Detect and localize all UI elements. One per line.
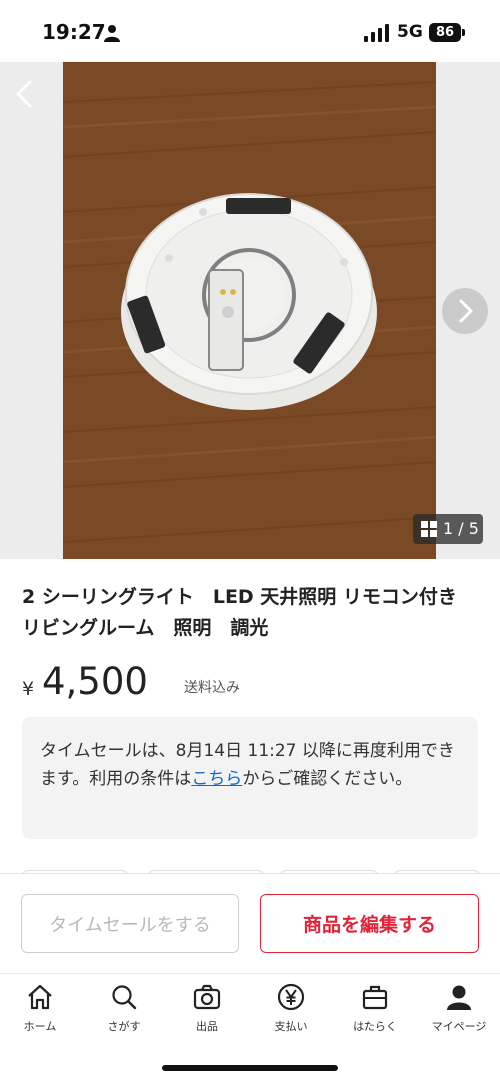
search-icon bbox=[112, 985, 137, 1010]
price-row: ¥ 4,500 送料込み bbox=[22, 660, 482, 706]
back-button[interactable] bbox=[8, 76, 44, 112]
image-counter-text: 1 / 5 bbox=[443, 519, 479, 538]
tab-work[interactable]: はたらく bbox=[335, 982, 415, 1038]
tab-home[interactable]: ホーム bbox=[0, 982, 80, 1038]
tab-label-mypage: マイページ bbox=[431, 1020, 487, 1033]
timesale-notice: タイムセールは、8月14日 11:27 以降に再度利用できます。利用の条件はこち… bbox=[22, 717, 478, 839]
person-icon bbox=[104, 25, 120, 42]
grid-icon bbox=[421, 521, 437, 537]
signal-icon bbox=[364, 24, 389, 42]
timesale-button[interactable]: タイムセールをする bbox=[21, 894, 239, 953]
battery-tip bbox=[462, 29, 465, 36]
home-icon bbox=[28, 984, 52, 1010]
camera-icon bbox=[193, 984, 221, 1010]
tab-label-work: はたらく bbox=[353, 1020, 397, 1033]
next-image-button[interactable] bbox=[442, 288, 488, 334]
image-counter[interactable]: 1 / 5 bbox=[413, 514, 483, 544]
tab-payment[interactable]: 支払い bbox=[251, 982, 331, 1038]
currency-symbol: ¥ bbox=[22, 678, 35, 700]
tab-sell[interactable]: 出品 bbox=[167, 982, 247, 1038]
price-value: 4,500 bbox=[42, 660, 148, 703]
status-time: 19:27 bbox=[42, 20, 106, 44]
battery-indicator: 86 bbox=[429, 23, 461, 42]
person-icon bbox=[447, 985, 471, 1010]
yen-icon bbox=[277, 983, 305, 1011]
tab-mypage[interactable]: マイページ bbox=[419, 982, 499, 1038]
edit-item-button[interactable]: 商品を編集する bbox=[260, 894, 479, 953]
briefcase-icon bbox=[362, 985, 388, 1010]
shipping-label: 送料込み bbox=[184, 680, 240, 696]
tab-label-payment: 支払い bbox=[274, 1020, 308, 1033]
product-photo bbox=[63, 62, 436, 559]
tab-search[interactable]: さがす bbox=[84, 982, 164, 1038]
network-type: 5G bbox=[397, 22, 423, 42]
notice-text-after: からご確認ください。 bbox=[242, 769, 413, 789]
product-title: 2 シーリングライト LED 天井照明 リモコン付き リビングルーム 照明 調光 bbox=[22, 586, 476, 639]
tab-label-sell: 出品 bbox=[196, 1020, 218, 1033]
chevron-right-icon bbox=[459, 299, 473, 323]
image-gallery[interactable]: 1 / 5 bbox=[0, 62, 500, 559]
bottom-tab-bar: ホーム さがす 出品 支払い はたらく マイページ bbox=[0, 973, 500, 1080]
conditions-link[interactable]: こちら bbox=[191, 769, 242, 789]
status-bar: 19:27 5G 86 bbox=[0, 0, 500, 62]
tab-label-search: さがす bbox=[107, 1020, 141, 1033]
tab-label-home: ホーム bbox=[23, 1020, 57, 1033]
home-indicator bbox=[162, 1065, 338, 1071]
action-bar: タイムセールをする 商品を編集する bbox=[0, 873, 500, 973]
